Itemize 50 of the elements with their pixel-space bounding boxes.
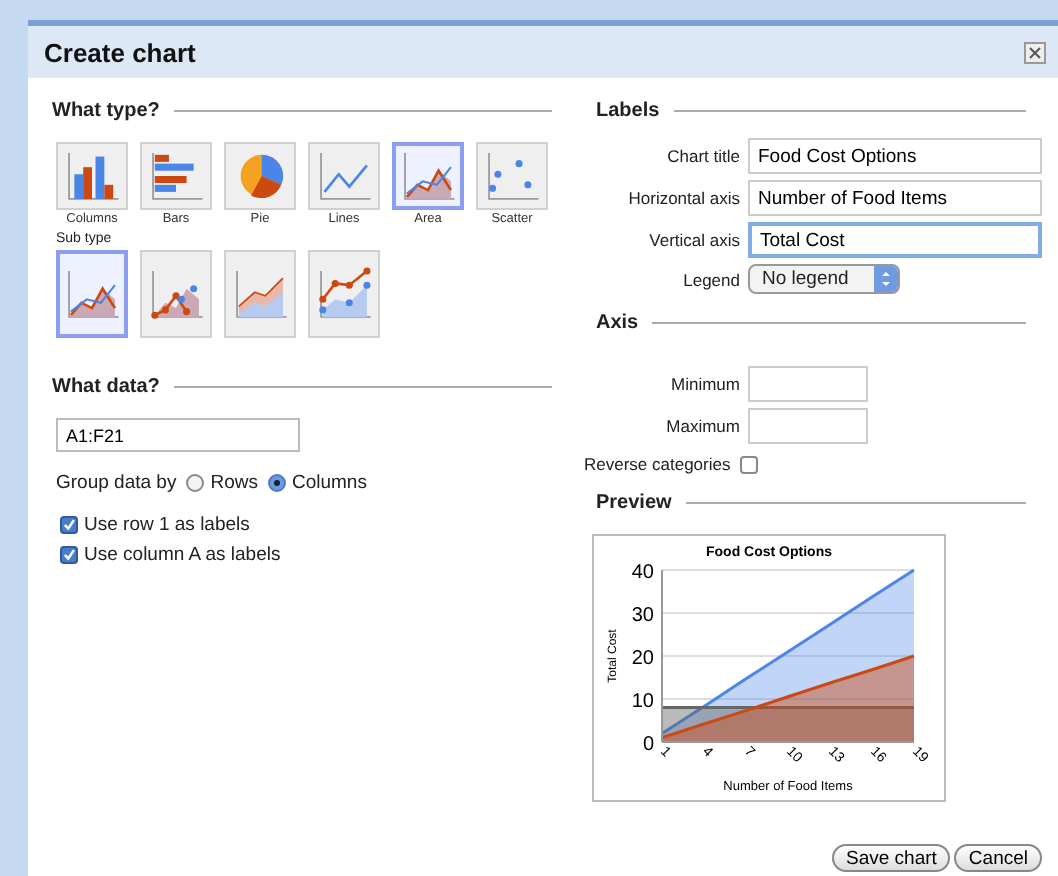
- radio-label: Rows: [210, 472, 258, 494]
- y-tick-label: 20: [631, 648, 654, 670]
- checkbox-label: Use row 1 as labels: [84, 514, 250, 536]
- dialog-button[interactable]: Cancel: [954, 844, 1042, 872]
- checkbox[interactable]: [740, 455, 759, 473]
- checkbox-label: Use column A as labels: [84, 544, 281, 566]
- chart-type-button[interactable]: [56, 142, 128, 210]
- chart-type-button[interactable]: [308, 142, 380, 210]
- y-tick-label: 10: [631, 691, 654, 713]
- chart-type-button[interactable]: [476, 142, 548, 210]
- field-label: Minimum: [669, 374, 740, 394]
- number-field[interactable]: [748, 408, 868, 444]
- field-label: Horizontal axis: [626, 188, 740, 208]
- radio-label: Columns: [291, 472, 367, 494]
- radio-button[interactable]: [267, 474, 286, 492]
- checkbox-label: Reverse categories: [584, 454, 731, 474]
- checkbox[interactable]: [60, 546, 78, 564]
- section-heading: Preview: [596, 491, 672, 513]
- section-heading: What data?: [52, 375, 160, 397]
- group-label: Group data by: [56, 472, 177, 494]
- text-field[interactable]: Number of Food Items: [748, 180, 1042, 216]
- y-tick-label: 30: [631, 605, 654, 627]
- chart-type-button[interactable]: [140, 250, 212, 338]
- chart-type-button[interactable]: [56, 250, 128, 338]
- text-field[interactable]: Food Cost Options: [748, 138, 1042, 174]
- checkbox[interactable]: [60, 516, 78, 534]
- section-heading: Axis: [596, 311, 639, 333]
- number-field[interactable]: [748, 366, 868, 402]
- window-title: Create chart: [44, 37, 196, 67]
- up-down-arrows-icon: [874, 266, 898, 292]
- stacked-area-icon: [314, 264, 374, 324]
- radio-button[interactable]: [186, 474, 205, 492]
- legend-dropdown[interactable]: No legend: [748, 264, 900, 294]
- section-heading: Labels: [596, 99, 660, 121]
- y-tick-label: 0: [642, 734, 654, 756]
- text-field[interactable]: Total Cost: [748, 222, 1042, 258]
- chart-type-button[interactable]: [140, 142, 212, 210]
- chart-type-button[interactable]: [224, 250, 296, 338]
- chart-type-button[interactable]: [224, 142, 296, 210]
- range-field[interactable]: A1:F21: [56, 418, 300, 452]
- field-label: Vertical axis: [647, 230, 740, 250]
- y-tick-label: 40: [631, 562, 654, 584]
- field-label: Maximum: [664, 416, 740, 436]
- close-icon[interactable]: [1024, 41, 1046, 63]
- dialog-button[interactable]: Save chart: [832, 844, 951, 872]
- field-label: Chart title: [665, 146, 740, 166]
- chart-type-button[interactable]: [308, 250, 380, 338]
- section-heading: What type?: [52, 99, 160, 121]
- chart-type-button[interactable]: [392, 142, 464, 210]
- field-label: Legend: [681, 269, 740, 289]
